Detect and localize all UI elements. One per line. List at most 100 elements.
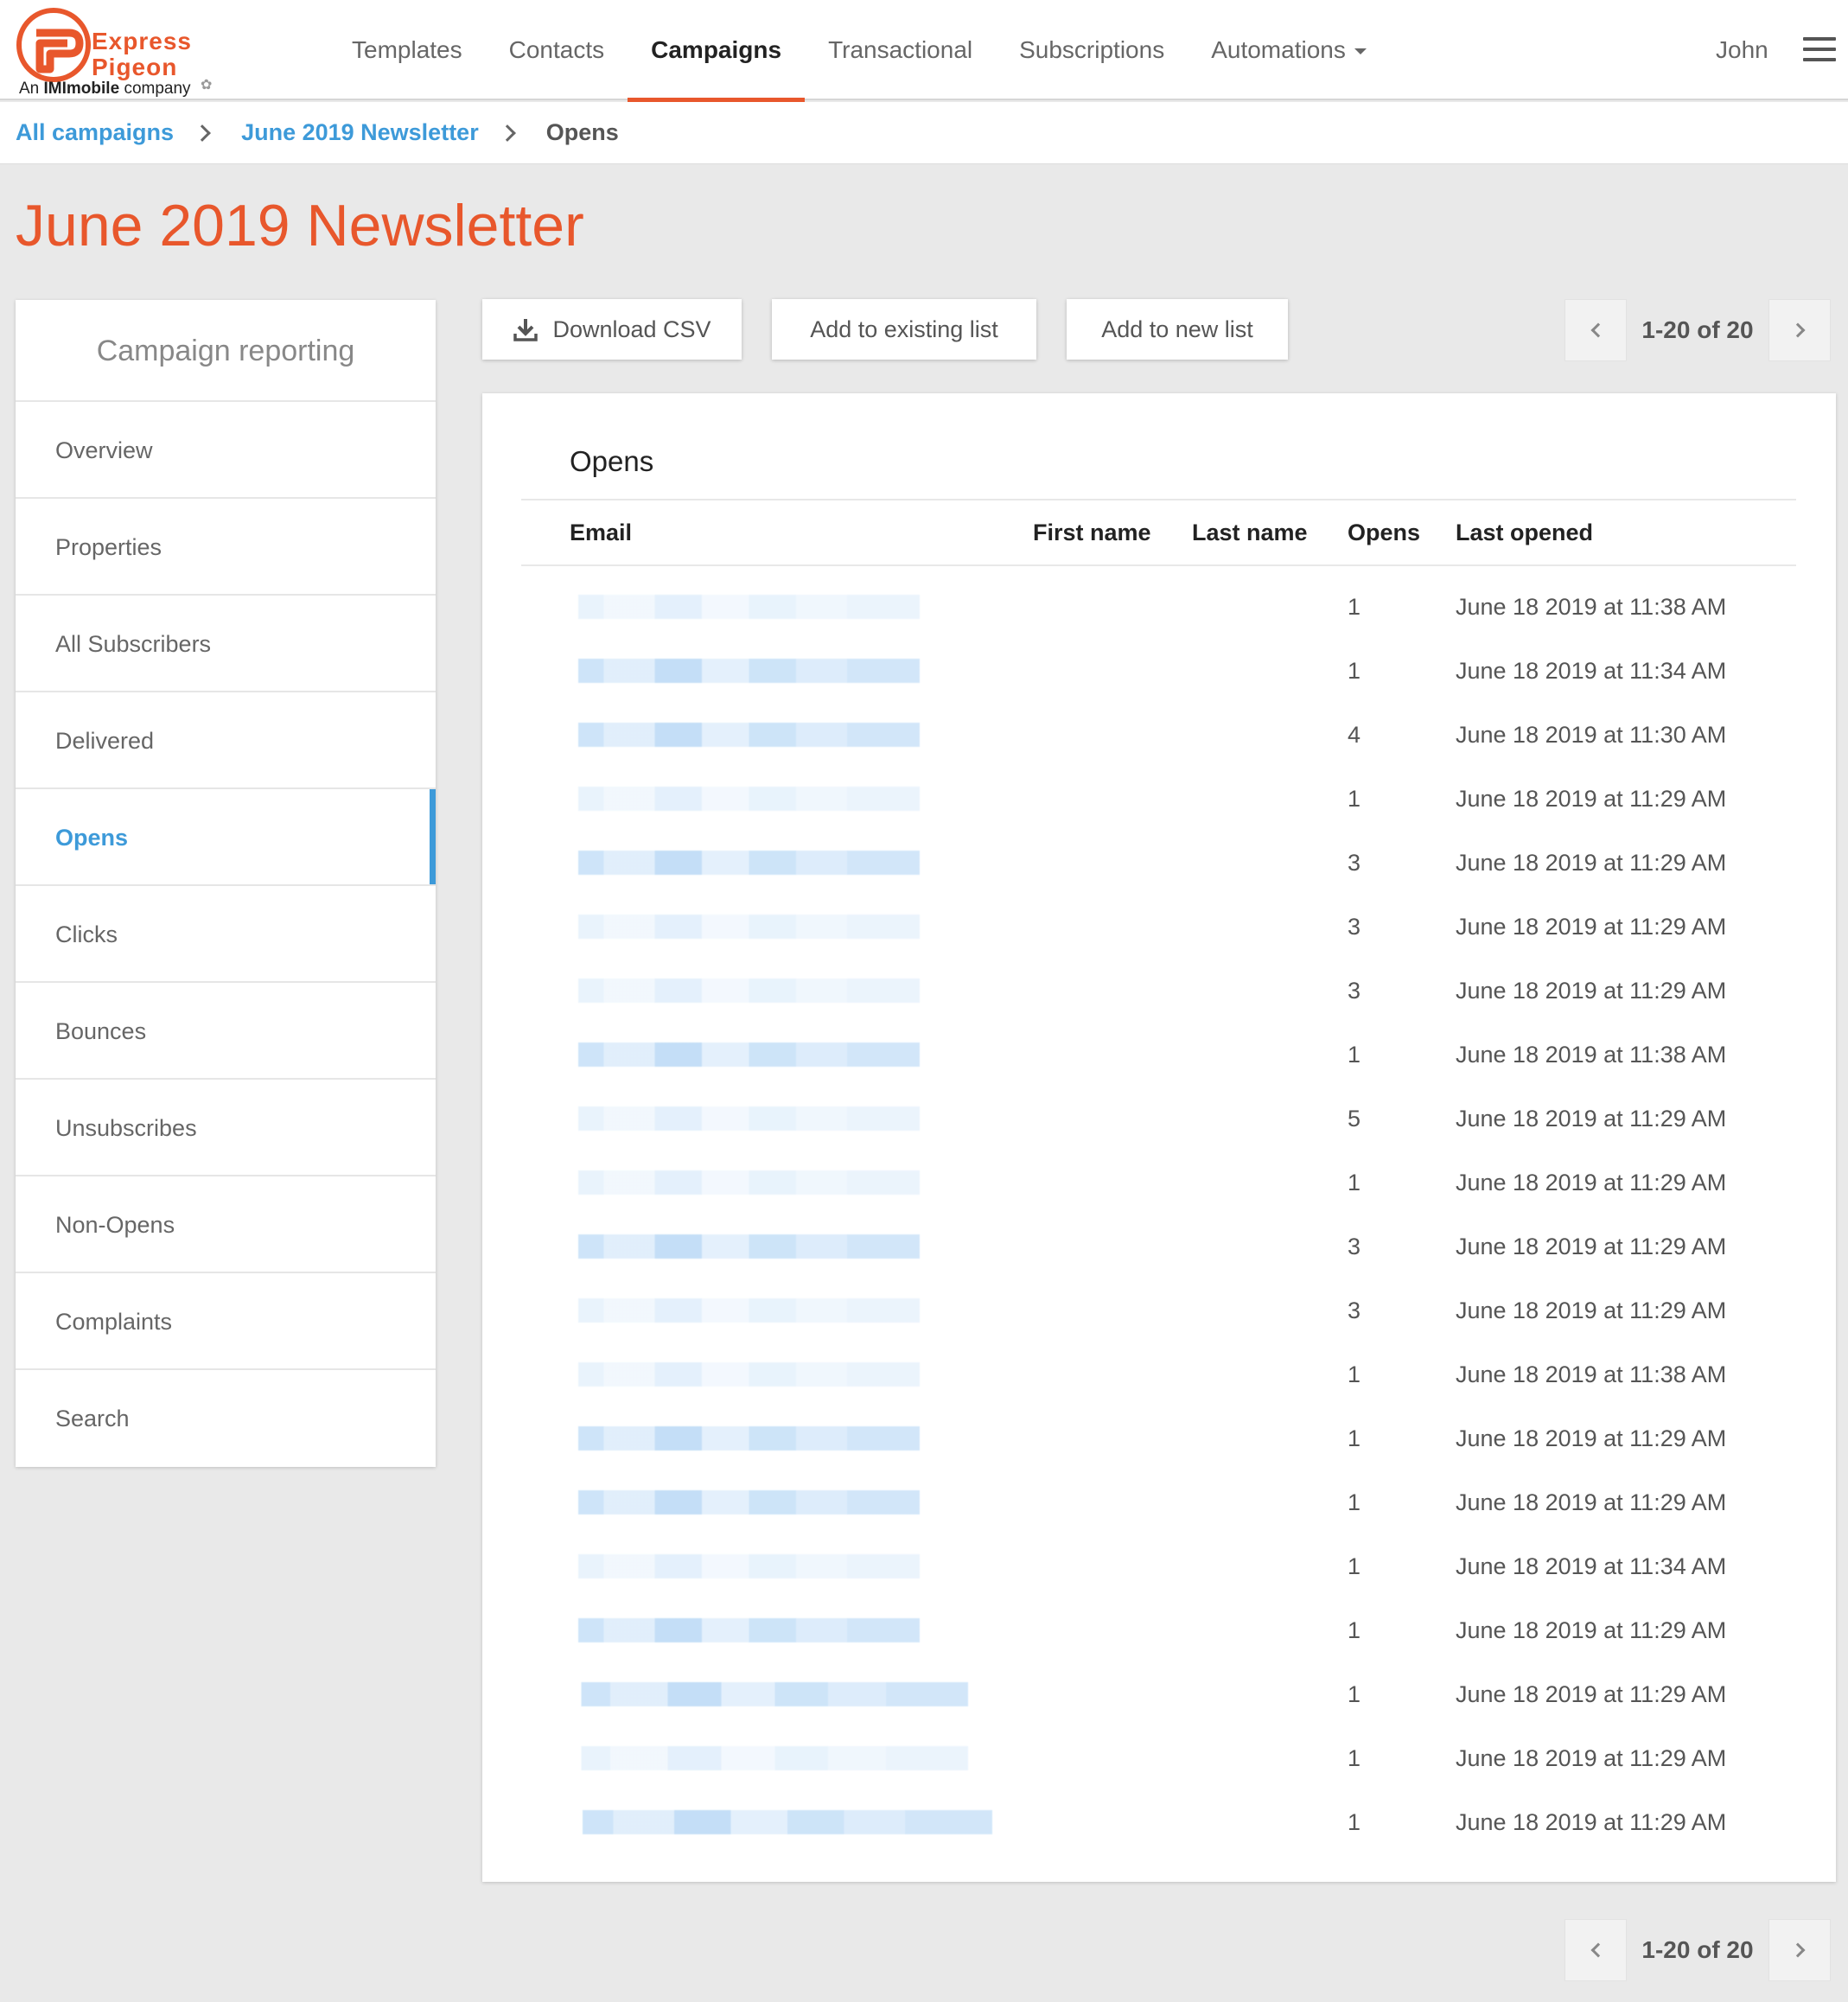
sidebar-item-all-subscribers[interactable]: All Subscribers <box>16 596 436 692</box>
email-cell-redacted[interactable] <box>557 1170 920 1195</box>
breadcrumb-campaign[interactable]: June 2019 Newsletter <box>241 119 479 146</box>
email-cell-redacted[interactable] <box>557 1042 920 1067</box>
table-row[interactable]: 1 June 18 2019 at 11:29 AM <box>482 1414 1836 1478</box>
last-opened-cell: June 18 2019 at 11:29 AM <box>1456 1489 1727 1515</box>
gear-icon: ✿ <box>201 78 213 92</box>
table-row[interactable]: 1 June 18 2019 at 11:38 AM <box>482 1350 1836 1414</box>
table-row[interactable]: 1 June 18 2019 at 11:29 AM <box>482 1734 1836 1798</box>
table-row[interactable]: 1 June 18 2019 at 11:29 AM <box>482 1670 1836 1734</box>
last-opened-cell: June 18 2019 at 11:29 AM <box>1456 978 1727 1004</box>
next-page-button[interactable] <box>1768 299 1831 361</box>
nav-contacts[interactable]: Contacts <box>486 0 628 100</box>
table-row[interactable]: 1 June 18 2019 at 11:29 AM <box>482 1606 1836 1670</box>
breadcrumb-all-campaigns[interactable]: All campaigns <box>16 119 174 146</box>
pagination-bottom: 1-20 of 20 <box>1564 1919 1831 1981</box>
table-row[interactable]: 1 June 18 2019 at 11:38 AM <box>482 583 1836 647</box>
column-header-opens[interactable]: Opens <box>1348 520 1420 546</box>
email-cell-redacted[interactable] <box>557 979 920 1003</box>
email-cell-redacted[interactable] <box>557 1810 992 1834</box>
brand-line1: Express <box>92 28 192 54</box>
email-cell-redacted[interactable] <box>557 915 920 939</box>
table-row[interactable]: 1 June 18 2019 at 11:29 AM <box>482 1798 1836 1862</box>
sidebar-item-unsubscribes[interactable]: Unsubscribes <box>16 1080 436 1176</box>
last-opened-cell: June 18 2019 at 11:29 AM <box>1456 1425 1727 1451</box>
column-header-last-name[interactable]: Last name <box>1192 520 1308 546</box>
sidebar-item-overview[interactable]: Overview <box>16 402 436 499</box>
table-row[interactable]: 1 June 18 2019 at 11:29 AM <box>482 1478 1836 1542</box>
last-opened-cell: June 18 2019 at 11:29 AM <box>1456 1234 1727 1259</box>
download-csv-label: Download CSV <box>552 316 711 342</box>
email-cell-redacted[interactable] <box>557 787 920 811</box>
chevron-right-icon <box>1790 1942 1805 1958</box>
email-cell-redacted[interactable] <box>557 1362 920 1387</box>
email-cell-redacted[interactable] <box>557 1682 968 1706</box>
chevron-right-icon <box>1790 322 1805 338</box>
brand-subtitle: An IMImobile company <box>19 80 191 98</box>
last-opened-cell: June 18 2019 at 11:29 AM <box>1456 1681 1727 1707</box>
last-opened-cell: June 18 2019 at 11:29 AM <box>1456 1745 1727 1771</box>
table-body: 1 June 18 2019 at 11:38 AM 1 June 18 2019 a… <box>482 583 1836 1862</box>
download-csv-button[interactable]: Download CSV <box>482 299 742 360</box>
table-row[interactable]: 5 June 18 2019 at 11:29 AM <box>482 1094 1836 1158</box>
sidebar-item-opens[interactable]: Opens <box>16 789 436 886</box>
opens-cell: 4 <box>1348 722 1361 748</box>
column-header-email[interactable]: Email <box>570 520 632 546</box>
email-cell-redacted[interactable] <box>557 1554 920 1578</box>
opens-cell: 1 <box>1348 1809 1361 1835</box>
opens-cell: 3 <box>1348 978 1361 1004</box>
email-cell-redacted[interactable] <box>557 1298 920 1323</box>
last-opened-cell: June 18 2019 at 11:29 AM <box>1456 1297 1727 1323</box>
table-row[interactable]: 1 June 18 2019 at 11:34 AM <box>482 647 1836 711</box>
nav-templates[interactable]: Templates <box>328 0 486 100</box>
add-to-existing-list-button[interactable]: Add to existing list <box>772 299 1036 360</box>
email-cell-redacted[interactable] <box>557 1106 920 1131</box>
email-cell-redacted[interactable] <box>557 595 920 619</box>
email-cell-redacted[interactable] <box>557 1618 920 1642</box>
column-header-first-name[interactable]: First name <box>1033 520 1151 546</box>
email-cell-redacted[interactable] <box>557 1490 920 1514</box>
email-cell-redacted[interactable] <box>557 1234 920 1259</box>
nav-campaigns[interactable]: Campaigns <box>628 0 806 102</box>
last-opened-cell: June 18 2019 at 11:29 AM <box>1456 1617 1727 1643</box>
sidebar-item-non-opens[interactable]: Non-Opens <box>16 1176 436 1273</box>
email-cell-redacted[interactable] <box>557 1426 920 1450</box>
table-row[interactable]: 4 June 18 2019 at 11:30 AM <box>482 711 1836 775</box>
hamburger-menu-icon[interactable] <box>1803 37 1836 61</box>
divider <box>521 499 1796 500</box>
prev-page-button[interactable] <box>1564 299 1627 361</box>
email-cell-redacted[interactable] <box>557 1746 968 1770</box>
nav-automations[interactable]: Automations <box>1188 0 1390 100</box>
sidebar-item-bounces[interactable]: Bounces <box>16 983 436 1080</box>
next-page-button[interactable] <box>1768 1919 1831 1981</box>
table-row[interactable]: 1 June 18 2019 at 11:34 AM <box>482 1542 1836 1606</box>
sidebar-item-search[interactable]: Search <box>16 1370 436 1467</box>
table-row[interactable]: 1 June 18 2019 at 11:29 AM <box>482 775 1836 838</box>
sidebar-item-clicks[interactable]: Clicks <box>16 886 436 983</box>
email-cell-redacted[interactable] <box>557 659 920 683</box>
nav-transactional[interactable]: Transactional <box>805 0 996 100</box>
user-menu[interactable]: John <box>1716 0 1768 100</box>
prev-page-button[interactable] <box>1564 1919 1627 1981</box>
email-cell-redacted[interactable] <box>557 851 920 875</box>
email-cell-redacted[interactable] <box>557 723 920 747</box>
nav-subscriptions[interactable]: Subscriptions <box>996 0 1188 100</box>
table-row[interactable]: 3 June 18 2019 at 11:29 AM <box>482 1222 1836 1286</box>
brand-logo[interactable]: Express Pigeon An IMImobile company ✿ <box>16 7 223 98</box>
sidebar-item-delivered[interactable]: Delivered <box>16 692 436 789</box>
table-row[interactable]: 1 June 18 2019 at 11:29 AM <box>482 1158 1836 1222</box>
table-row[interactable]: 3 June 18 2019 at 11:29 AM <box>482 838 1836 902</box>
last-opened-cell: June 18 2019 at 11:29 AM <box>1456 1809 1727 1835</box>
table-row[interactable]: 3 June 18 2019 at 11:29 AM <box>482 1286 1836 1350</box>
add-to-new-list-button[interactable]: Add to new list <box>1067 299 1288 360</box>
chevron-down-icon <box>1354 48 1367 55</box>
table-row[interactable]: 3 June 18 2019 at 11:29 AM <box>482 902 1836 966</box>
chevron-left-icon <box>1590 322 1605 338</box>
table-row[interactable]: 1 June 18 2019 at 11:38 AM <box>482 1030 1836 1094</box>
opens-cell: 1 <box>1348 1042 1361 1068</box>
column-header-last-opened[interactable]: Last opened <box>1456 520 1593 546</box>
sidebar-item-complaints[interactable]: Complaints <box>16 1273 436 1370</box>
opens-cell: 1 <box>1348 658 1361 684</box>
sidebar-item-properties[interactable]: Properties <box>16 499 436 596</box>
pagination-label: 1-20 of 20 <box>1641 1936 1754 1963</box>
table-row[interactable]: 3 June 18 2019 at 11:29 AM <box>482 966 1836 1030</box>
